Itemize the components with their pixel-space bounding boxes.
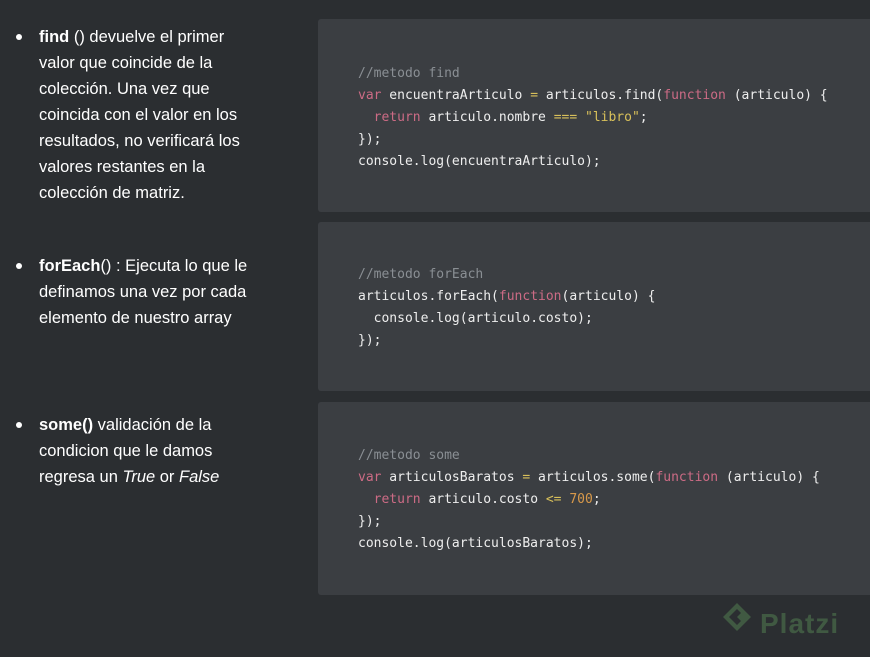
- description-line: valor que coincide de la: [39, 54, 213, 72]
- true-word: True: [122, 468, 156, 486]
- or-word: or: [155, 468, 180, 486]
- description-line: regresa un: [39, 468, 123, 486]
- description-line: definamos una vez por cada: [39, 283, 247, 301]
- some-code-block: //metodo some var articulosBaratos = art…: [318, 402, 870, 595]
- find-term: find: [39, 28, 70, 46]
- description-line: coincida con el valor en los: [39, 106, 238, 124]
- description-line: elemento de nuestro array: [39, 309, 232, 327]
- foreach-description: forEach() : Ejecuta lo que le definamos …: [16, 253, 279, 331]
- description-line: resultados, no verificará los: [39, 132, 240, 150]
- description-line: condicion que le damos: [39, 442, 213, 460]
- some-term: some(): [39, 416, 94, 434]
- description-line: () devuelve el primer: [69, 28, 225, 46]
- description-line: valores restantes en la: [39, 158, 206, 176]
- find-code-block: //metodo find var encuentraArticulo = ar…: [318, 19, 870, 212]
- bullet-icon: [16, 34, 22, 40]
- description-line: () : Ejecuta lo que le: [100, 257, 248, 275]
- foreach-term: forEach: [39, 257, 101, 275]
- platzi-logo-icon: [723, 603, 751, 631]
- platzi-watermark: Platzi: [710, 600, 870, 657]
- description-line: colección. Una vez que: [39, 80, 210, 98]
- bullet-icon: [16, 422, 22, 428]
- platzi-watermark-text: Platzi: [760, 608, 840, 639]
- false-word: False: [179, 468, 220, 486]
- description-line: colección de matriz.: [39, 184, 185, 202]
- foreach-code-block: //metodo forEach articulos.forEach(funct…: [318, 222, 870, 391]
- find-description: find () devuelve el primer valor que coi…: [16, 24, 279, 206]
- find-code: //metodo find var encuentraArticulo = ar…: [358, 66, 828, 169]
- some-description: some() validación de la condicion que le…: [16, 412, 279, 490]
- some-code: //metodo some var articulosBaratos = art…: [358, 448, 820, 551]
- description-line: validación de la: [93, 416, 212, 434]
- foreach-code: //metodo forEach articulos.forEach(funct…: [358, 267, 656, 348]
- bullet-icon: [16, 263, 22, 269]
